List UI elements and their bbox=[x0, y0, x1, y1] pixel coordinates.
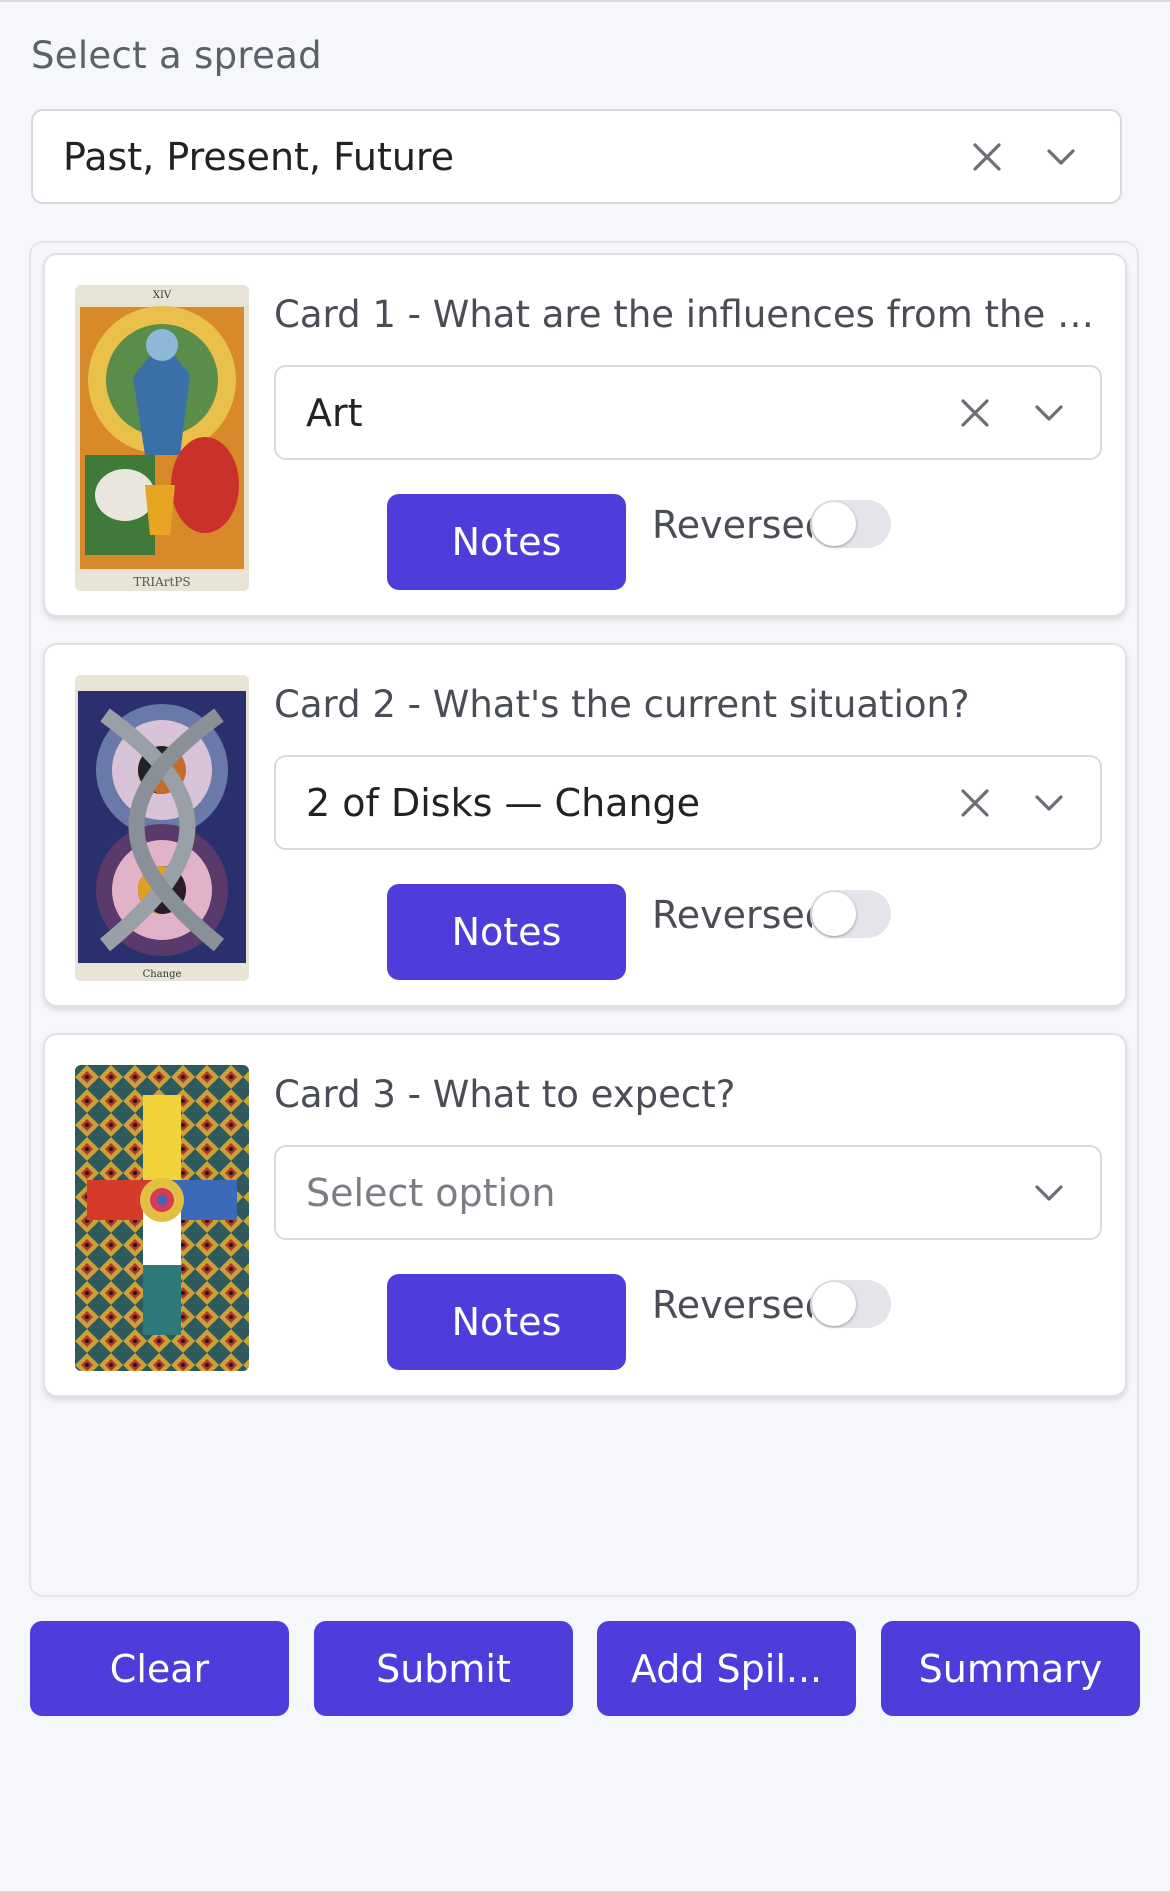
reversed-label: Reversed bbox=[652, 1283, 812, 1327]
toggle-knob bbox=[812, 502, 856, 546]
two-of-disks-tarot-card-image: Change bbox=[75, 675, 249, 981]
clear-button[interactable]: Clear bbox=[30, 1621, 289, 1716]
reversed-toggle[interactable] bbox=[810, 890, 891, 938]
summary-button[interactable]: Summary bbox=[881, 1621, 1140, 1716]
reversed-label: Reversed bbox=[652, 893, 812, 937]
clear-selection-icon[interactable] bbox=[970, 140, 1004, 174]
add-spil-button[interactable]: Add Spil... bbox=[597, 1621, 856, 1716]
top-divider bbox=[0, 0, 1170, 2]
chevron-down-icon[interactable] bbox=[1032, 402, 1066, 424]
spread-label: Select a spread bbox=[31, 34, 322, 77]
art-tarot-card-image: XIV TRIArtPS bbox=[75, 285, 249, 591]
notes-button[interactable]: Notes bbox=[387, 884, 626, 980]
card-question: Card 1 - What are the influences from th… bbox=[274, 293, 1104, 336]
notes-button[interactable]: Notes bbox=[387, 494, 626, 590]
toggle-knob bbox=[812, 892, 856, 936]
chevron-down-icon[interactable] bbox=[1032, 1182, 1066, 1204]
card-select[interactable]: Select option bbox=[274, 1145, 1102, 1240]
card-slot-3: Card 3 - What to expect? Select option N… bbox=[43, 1033, 1127, 1397]
card-select-placeholder: Select option bbox=[306, 1170, 556, 1215]
svg-text:XIV: XIV bbox=[153, 290, 172, 301]
card-question: Card 2 - What's the current situation? bbox=[274, 683, 970, 726]
spread-select[interactable]: Past, Present, Future bbox=[31, 109, 1122, 204]
card-select[interactable]: Art bbox=[274, 365, 1102, 460]
reversed-label: Reversed bbox=[652, 503, 812, 547]
chevron-down-icon[interactable] bbox=[1044, 146, 1078, 168]
card-select-value: Art bbox=[306, 390, 363, 435]
notes-button[interactable]: Notes bbox=[387, 1274, 626, 1370]
reversed-toggle[interactable] bbox=[810, 1280, 891, 1328]
spread-select-value: Past, Present, Future bbox=[63, 134, 455, 179]
tarot-card-back-image bbox=[75, 1065, 249, 1371]
card-slot-1: XIV TRIArtPS Card 1 - What are the influ… bbox=[43, 253, 1127, 617]
card-slot-2: Change Card 2 - What's the current situa… bbox=[43, 643, 1127, 1007]
chevron-down-icon[interactable] bbox=[1032, 792, 1066, 814]
clear-selection-icon[interactable] bbox=[958, 786, 992, 820]
card-question: Card 3 - What to expect? bbox=[274, 1073, 736, 1116]
svg-text:Change: Change bbox=[143, 969, 182, 980]
submit-button[interactable]: Submit bbox=[314, 1621, 573, 1716]
card-select-value: 2 of Disks — Change bbox=[306, 780, 701, 825]
card-select[interactable]: 2 of Disks — Change bbox=[274, 755, 1102, 850]
svg-text:TRIArtPS: TRIArtPS bbox=[133, 575, 190, 589]
toggle-knob bbox=[812, 1282, 856, 1326]
reversed-toggle[interactable] bbox=[810, 500, 891, 548]
clear-selection-icon[interactable] bbox=[958, 396, 992, 430]
